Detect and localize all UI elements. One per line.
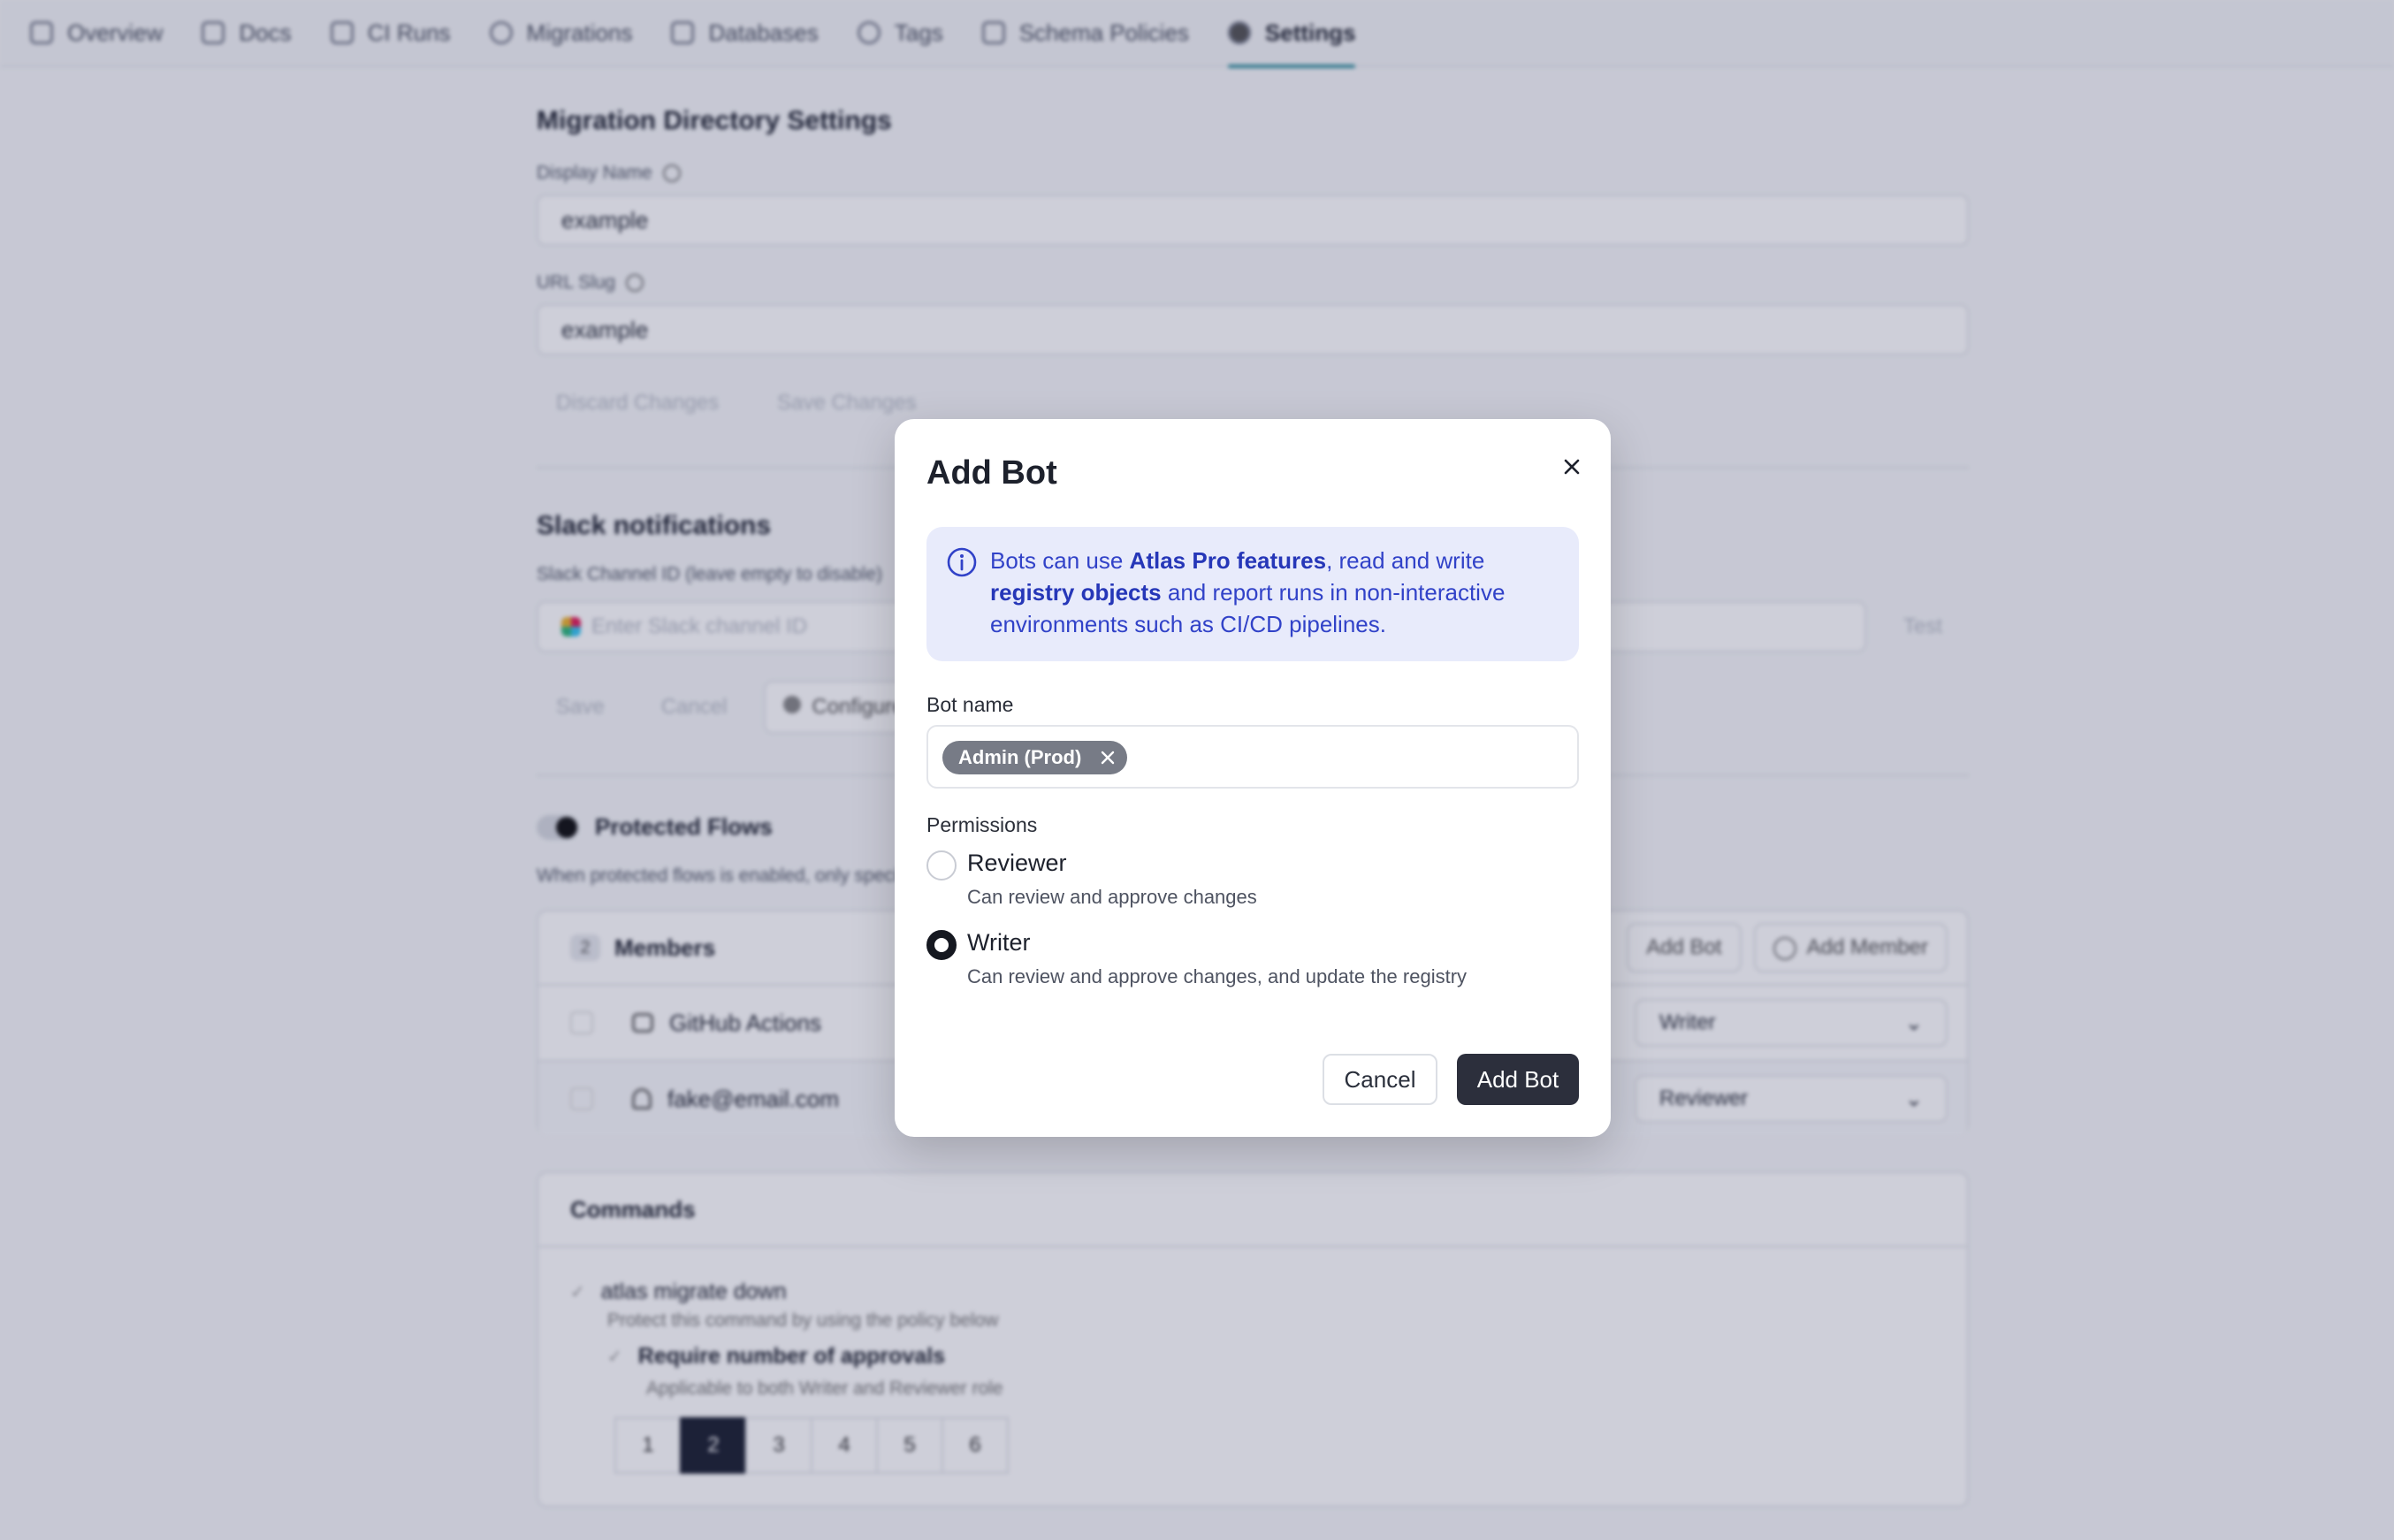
add-bot-dialog: Add Bot Bots can use Atlas Pro features,… (895, 419, 1611, 1137)
close-icon[interactable] (1551, 446, 1593, 488)
writer-option-desc: Can review and approve changes, and upda… (967, 965, 1468, 987)
dialog-title: Add Bot (926, 454, 1057, 492)
cancel-button[interactable]: Cancel (1323, 1054, 1437, 1105)
registry-objects-link[interactable]: registry objects (990, 579, 1162, 606)
info-callout: Bots can use Atlas Pro features, read an… (926, 527, 1579, 661)
info-text: Bots can use Atlas Pro features, read an… (990, 547, 1506, 637)
bot-name-input[interactable]: Admin (Prod) (926, 725, 1579, 789)
permissions-label: Permissions (926, 813, 1038, 836)
reviewer-option-desc: Can review and approve changes (967, 886, 1257, 908)
add-bot-submit-button[interactable]: Add Bot (1457, 1054, 1579, 1105)
reviewer-option-title[interactable]: Reviewer (967, 850, 1067, 877)
remove-tag-icon[interactable] (1097, 747, 1118, 768)
writer-radio[interactable] (926, 930, 957, 960)
atlas-pro-link[interactable]: Atlas Pro features (1130, 547, 1327, 574)
bot-name-tag: Admin (Prod) (942, 741, 1128, 774)
info-icon (946, 546, 978, 583)
writer-option-title[interactable]: Writer (967, 929, 1031, 957)
bot-name-label: Bot name (926, 693, 1014, 716)
reviewer-radio[interactable] (926, 850, 957, 881)
